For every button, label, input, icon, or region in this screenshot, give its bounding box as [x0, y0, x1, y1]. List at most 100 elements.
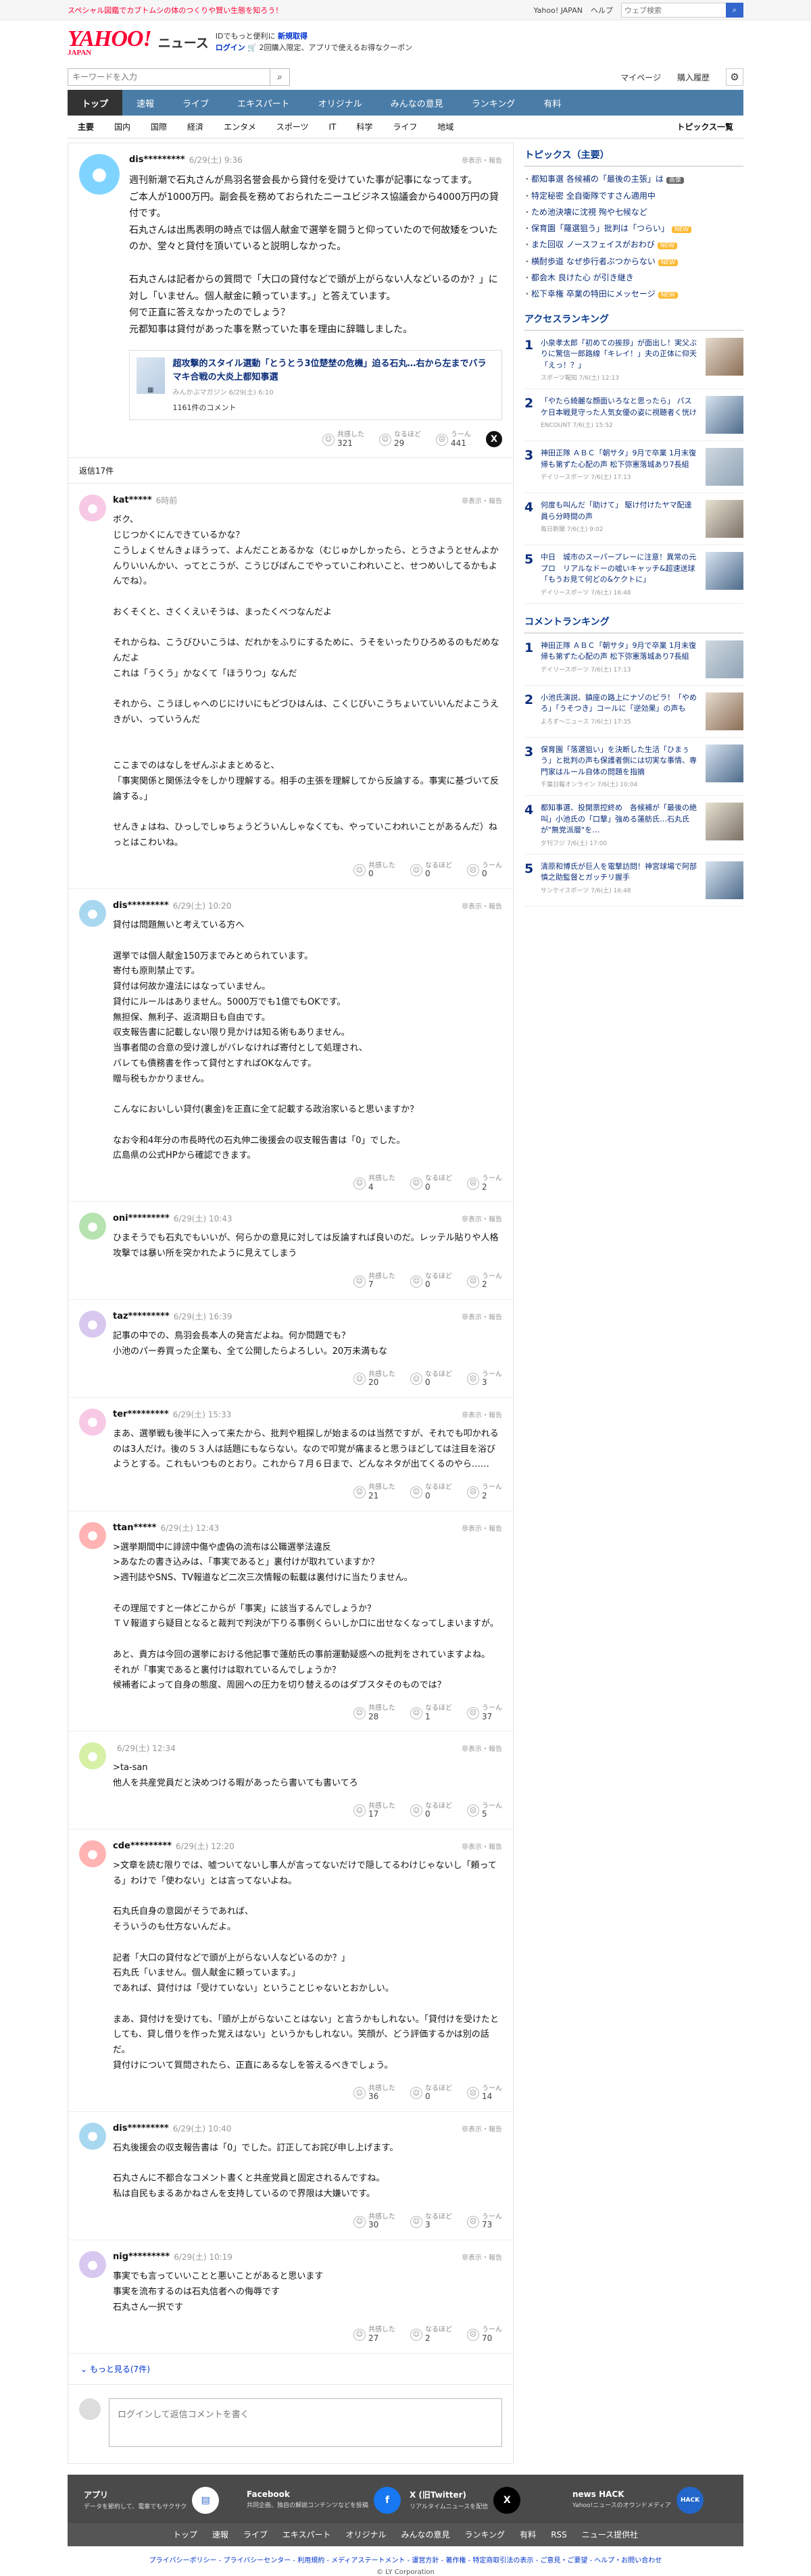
gear-icon[interactable]: ⚙	[726, 68, 743, 86]
cat-local[interactable]: 地域	[427, 121, 464, 132]
nav-live[interactable]: ライブ	[168, 90, 223, 116]
reply-input[interactable]: ログインして返信コメントを書く	[109, 2398, 502, 2447]
nav-paid[interactable]: 有料	[529, 90, 575, 116]
ranking-title[interactable]: 「やたら綺麗な顔面いろなと思ったら」 パスケ日本戦見守った人気女優の姿に視聴者く…	[541, 396, 699, 418]
comment-user[interactable]: dis*********	[113, 901, 169, 911]
report-link[interactable]: 非表示・報告	[462, 495, 502, 505]
footer-nav-item[interactable]: ランキング	[465, 2529, 506, 2540]
comment-user[interactable]: ter*********	[113, 1409, 169, 1419]
topic-item[interactable]: 横酎歩道 なぜ歩行者ぶつからないNEW	[523, 253, 743, 270]
hmm-button[interactable]: ☹ うーん 441	[436, 431, 471, 448]
comment-user[interactable]: taz*********	[113, 1311, 170, 1321]
report-link[interactable]: 非表示・報告	[462, 155, 502, 165]
keyword-search-input[interactable]	[68, 68, 270, 86]
ranking-item[interactable]: 5 中日 城市のスーパープレーに注意！異常の元プロ リアルなドーの嘘いキャッチ&超…	[524, 545, 743, 604]
report-link[interactable]: 非表示・報告	[462, 2252, 502, 2262]
empathy-button[interactable]: ☺ 共感した 7	[353, 1273, 395, 1290]
article-card[interactable]: ▦ 超攻撃的スタイル選動「とうとう3位楚埜の危機」迫る石丸…右から左までバラマキ…	[129, 350, 502, 420]
report-link[interactable]: 非表示・報告	[462, 1523, 502, 1533]
more-replies-button[interactable]: ⌄ もっと見る(7件)	[68, 2354, 513, 2385]
ranking-title[interactable]: 何度も叫んだ「助けて」 駆け付けたヤマ配達員ら分時間の声	[541, 500, 699, 522]
ranking-item[interactable]: 4 何度も叫んだ「助けて」 駆け付けたヤマ配達員ら分時間の声 毎日新聞 7/6(土)…	[524, 493, 743, 545]
ranking-item[interactable]: 2 小池氏演説、鎮座の路上にナゾのビラ！「やめろ」「うそつき」コールに「逆効果」の…	[524, 686, 743, 738]
footer-app[interactable]: news HACK Yahoo!ニュースのオウンドメディア HACK	[572, 2486, 727, 2514]
topics-title[interactable]: トピックス（主要）	[524, 148, 743, 167]
empathy-button[interactable]: ☺ 共感した 17	[353, 1802, 395, 1819]
ranking-item[interactable]: 3 神田正隊 ＡＢＣ「朝サタ」9月で卒業 1月末復帰も第ずた心配の声 松下弥憲落城…	[524, 441, 743, 493]
topic-item[interactable]: また回収 ノースフェイスがおわびNEW	[523, 236, 743, 253]
help-link[interactable]: ヘルプ	[591, 5, 613, 16]
comment-count[interactable]: 1161件のコメント	[173, 402, 495, 413]
footer-nav-item[interactable]: 速報	[212, 2529, 228, 2540]
insight-button[interactable]: ☺ なるほど 0	[410, 862, 452, 879]
empathy-button[interactable]: ☺ 共感した 28	[353, 1704, 395, 1721]
ranking-item[interactable]: 3 保育園「落選狙い」を決断した生活「ひまぅう」と批判の声も保護者側には切実な事情…	[524, 738, 743, 796]
hmm-button[interactable]: ☹ うーん 2	[467, 1484, 502, 1500]
footer-nav-item[interactable]: ニュース提供社	[582, 2529, 638, 2540]
insight-button[interactable]: ☺ なるほど 0	[410, 1273, 452, 1290]
hmm-button[interactable]: ☹ うーん 0	[467, 862, 502, 879]
ranking-item[interactable]: 2 「やたら綺麗な顔面いろなと思ったら」 パスケ日本戦見守った人気女優の姿に視聴者…	[524, 389, 743, 441]
hmm-button[interactable]: ☹ うーん 2	[467, 1175, 502, 1192]
empathy-button[interactable]: ☺ 共感した 30	[353, 2213, 395, 2230]
insight-button[interactable]: ☺ なるほど 0	[410, 1802, 452, 1819]
empathy-button[interactable]: ☺ 共感した 4	[353, 1175, 395, 1192]
yahoo-logo[interactable]: YAHOO! JAPAN	[68, 28, 152, 57]
ranking-item[interactable]: 4 都知事選、投開票控終め 各候補が「最後の絶叫」小池氏の「口撃」強める蓮舫氏…石…	[524, 796, 743, 855]
topic-item[interactable]: 都会木 良けた心 が引き継き	[523, 270, 743, 286]
report-link[interactable]: 非表示・報告	[462, 1311, 502, 1321]
footer-app[interactable]: アプリ データを節約して、電車でもサクサク ▤	[84, 2486, 239, 2514]
nav-expert[interactable]: エキスパート	[223, 90, 304, 116]
search-icon[interactable]: ⌕	[270, 68, 290, 86]
report-link[interactable]: 非表示・報告	[462, 901, 502, 911]
purchase-history-link[interactable]: 購入履歴	[677, 72, 710, 83]
footer-nav-item[interactable]: みんなの意見	[401, 2529, 450, 2540]
hmm-button[interactable]: ☹ うーん 14	[467, 2085, 502, 2102]
empathy-button[interactable]: ☺ 共感した 27	[353, 2326, 395, 2343]
cat-sports[interactable]: スポーツ	[266, 121, 319, 132]
signup-link[interactable]: 新規取得	[278, 32, 308, 41]
cat-science[interactable]: 科学	[346, 121, 383, 132]
search-icon[interactable]: ⌕	[726, 3, 743, 18]
comment-user[interactable]: dis*********	[129, 155, 185, 165]
comment-user[interactable]: ttan*****	[113, 1523, 156, 1533]
nav-opinion[interactable]: みんなの意見	[376, 90, 458, 116]
ranking-title[interactable]: 小泉孝太郎「初めての挨拶」が面出し！実父ぶりに驚信一郎路線「キレイ！」夫の正体に…	[541, 338, 699, 372]
mypage-link[interactable]: マイページ	[620, 72, 661, 83]
comment-user[interactable]: oni*********	[113, 1213, 170, 1223]
ranking-title[interactable]: 都知事選、投開票控終め 各候補が「最後の絶叫」小池氏の「口撃」強める蓮舫氏…石丸…	[541, 803, 699, 836]
footer-nav-item[interactable]: ライブ	[243, 2529, 268, 2540]
topic-item[interactable]: 都知事選 各候補の「最後の主張」は画像	[523, 171, 743, 188]
web-search-input[interactable]	[621, 3, 726, 18]
report-link[interactable]: 非表示・報告	[462, 1409, 502, 1419]
ranking-item[interactable]: 1 神田正隊 ＡＢＣ「朝サタ」9月で卒業 1月末復帰も第ずた心配の声 松下弥憲落城…	[524, 634, 743, 686]
nav-flash[interactable]: 速報	[122, 90, 168, 116]
comment-user[interactable]: nig*********	[113, 2252, 170, 2262]
cat-world[interactable]: 国際	[141, 121, 177, 132]
nav-ranking[interactable]: ランキング	[458, 90, 530, 116]
ranking-title[interactable]: 小池氏演説、鎮座の路上にナゾのビラ！「やめろ」「うそつき」コールに「逆効果」の声…	[541, 692, 699, 715]
insight-button[interactable]: ☺ なるほど 0	[410, 1175, 452, 1192]
ranking-title[interactable]: 清原和博氏が巨人を電撃訪問！神宮球場で阿部慎之助監督とガッチリ握手	[541, 861, 699, 884]
nav-top[interactable]: トップ	[68, 90, 123, 116]
report-link[interactable]: 非表示・報告	[462, 1743, 502, 1753]
insight-button[interactable]: ☺ なるほど 0	[410, 2085, 452, 2102]
comment-ranking-title[interactable]: コメントランキング	[524, 615, 743, 634]
report-link[interactable]: 非表示・報告	[462, 2123, 502, 2133]
footer-nav-item[interactable]: RSS	[551, 2530, 567, 2540]
topic-item[interactable]: 保育園「羅選狙う」批判は「つらい」NEW	[523, 220, 743, 237]
nav-original[interactable]: オリジナル	[304, 90, 376, 116]
empathy-button[interactable]: ☺ 共感した 20	[353, 1371, 395, 1388]
hmm-button[interactable]: ☹ うーん 37	[467, 1704, 502, 1721]
footer-nav-item[interactable]: トップ	[173, 2529, 197, 2540]
promo-link[interactable]: スペシャル図鑑でカブトムシの体のつくりや賢い生態を知ろう！	[68, 5, 282, 16]
empathy-button[interactable]: ☺ 共感した 21	[353, 1484, 395, 1500]
topic-item[interactable]: 特定秘密 全自衛隊ですさん適用中	[523, 188, 743, 204]
ranking-title[interactable]: 神田正隊 ＡＢＣ「朝サタ」9月で卒業 1月末復帰も第ずた心配の声 松下弥憲落城あ…	[541, 640, 699, 663]
x-share-icon[interactable]: X	[486, 431, 502, 447]
login-link[interactable]: ログイン	[216, 43, 245, 52]
insight-button[interactable]: ☺ なるほど 0	[410, 1484, 452, 1500]
cat-entertainment[interactable]: エンタメ	[214, 121, 266, 132]
cat-economy[interactable]: 経済	[177, 121, 214, 132]
footer-nav-item[interactable]: エキスパート	[282, 2529, 331, 2540]
